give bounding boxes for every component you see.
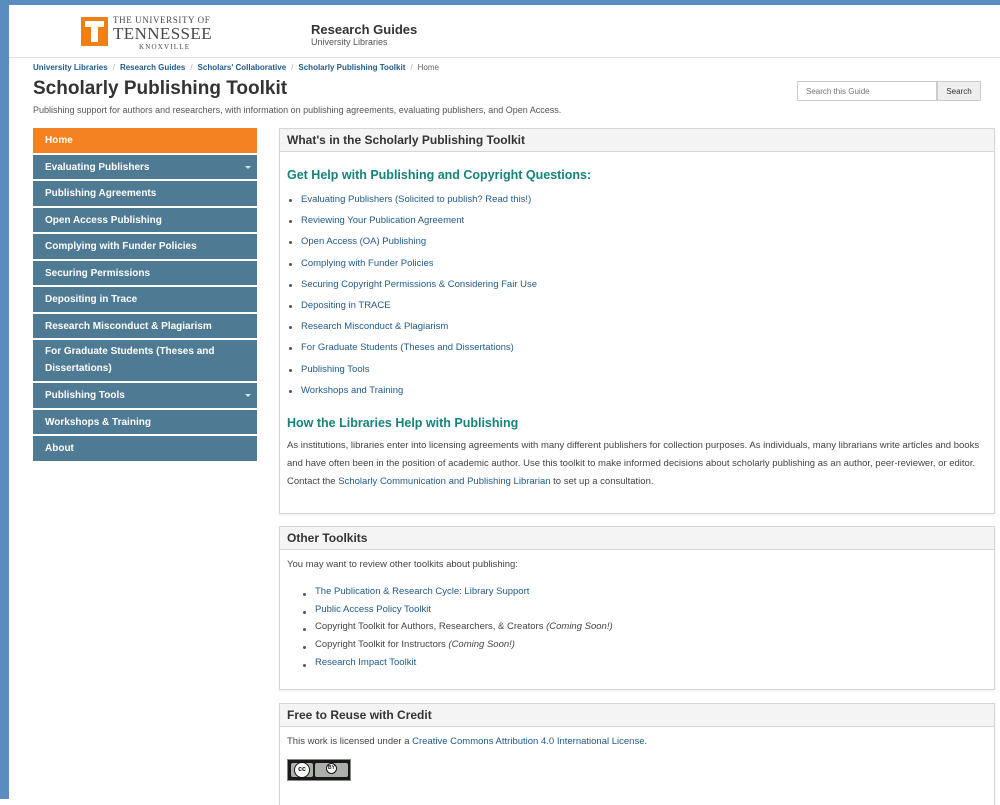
item-text: Copyright Toolkit for Authors, Researche…	[315, 621, 547, 633]
sidebar-item-label: Open Access Publishing	[45, 214, 162, 226]
license-text-start: This work is licensed under a	[287, 736, 413, 747]
list-item: Copyright Toolkit for Authors, Researche…	[301, 618, 987, 636]
university-wordmark[interactable]: THE UNIVERSITY OF TENNESSEE KNOXVILLE	[113, 16, 212, 52]
sidebar-item-label: Depositing in Trace	[45, 294, 138, 305]
list-item[interactable]: Research Misconduct & Plagiarism	[287, 316, 987, 337]
site-header: THE UNIVERSITY OF TENNESSEE KNOXVILLE Re…	[9, 5, 1000, 58]
breadcrumb-research-guides[interactable]: Research Guides	[120, 63, 185, 72]
list-item[interactable]: Evaluating Publishers (Solicited to publ…	[287, 189, 987, 210]
box-title: What's in the Scholarly Publishing Toolk…	[280, 129, 994, 152]
other-toolkits-box: Other Toolkits You may want to review ot…	[279, 526, 995, 690]
list-item[interactable]: Research Impact Toolkit	[301, 654, 987, 672]
list-item[interactable]: Securing Copyright Permissions & Conside…	[287, 274, 987, 295]
sidebar-item-publishing-agreements[interactable]: Publishing Agreements	[33, 181, 257, 206]
box-body: Get Help with Publishing and Copyright Q…	[280, 152, 994, 490]
paragraph-text-end: to set up a consultation.	[550, 475, 654, 487]
page-title: Scholarly Publishing Toolkit	[33, 78, 288, 99]
chevron-down-icon[interactable]	[245, 165, 251, 169]
chevron-down-icon[interactable]	[245, 394, 251, 397]
window-frame-left	[0, 0, 9, 799]
sidebar-item-label: Home	[45, 135, 73, 146]
guide-search: Search	[797, 81, 993, 101]
site-title-sub: University Libraries	[311, 37, 388, 47]
list-item[interactable]: Publishing Tools	[287, 359, 987, 380]
sidebar-item-funder-policies[interactable]: Complying with Funder Policies	[33, 234, 257, 259]
sidebar-item-label: Evaluating Publishers	[45, 161, 150, 173]
breadcrumb-separator: /	[112, 63, 115, 72]
by-person-icon: BY	[326, 763, 337, 774]
other-toolkits-intro: You may want to review other toolkits ab…	[287, 559, 518, 570]
site-title-main: Research Guides	[311, 22, 418, 37]
page: THE UNIVERSITY OF TENNESSEE KNOXVILLE Re…	[9, 5, 1000, 805]
coming-soon-note: (Coming Soon!)	[448, 639, 515, 651]
sidebar-item-label: Publishing Tools	[45, 390, 125, 401]
site-title[interactable]: Research Guides University Libraries	[311, 23, 417, 48]
coming-soon-note: (Coming Soon!)	[546, 621, 613, 633]
sidebar-item-label: Workshops & Training	[45, 416, 151, 428]
list-item[interactable]: Workshops and Training	[287, 380, 987, 401]
ut-logo-icon[interactable]	[81, 17, 108, 46]
breadcrumb-university-libraries[interactable]: University Libraries	[33, 63, 108, 72]
box-title: Free to Reuse with Credit	[280, 704, 994, 727]
list-item[interactable]: For Graduate Students (Theses and Disser…	[287, 337, 987, 358]
box-body: This work is licensed under a Creative C…	[280, 727, 994, 797]
box-title: Other Toolkits	[280, 527, 994, 550]
toolkit-link-list: Evaluating Publishers (Solicited to publ…	[287, 189, 987, 401]
sidebar-item-home[interactable]: Home	[33, 128, 257, 153]
sidebar-item-label: Publishing Agreements	[45, 188, 157, 199]
sidebar-item-label: Complying with Funder Policies	[45, 241, 197, 252]
page-subtitle: Publishing support for authors and resea…	[33, 105, 562, 115]
breadcrumb-current: Home	[417, 63, 439, 72]
sidebar-item-label: For Graduate Students (Theses and Disser…	[45, 346, 215, 374]
search-button[interactable]: Search	[937, 81, 981, 101]
logo-t-stem	[91, 27, 98, 42]
sidebar-item-label: About	[45, 443, 74, 454]
list-item[interactable]: Public Access Policy Toolkit	[301, 601, 987, 619]
sidebar-item-research-misconduct[interactable]: Research Misconduct & Plagiarism	[33, 313, 257, 338]
help-heading: Get Help with Publishing and Copyright Q…	[287, 168, 592, 182]
wordmark-place: KNOXVILLE	[139, 43, 191, 51]
list-item: Copyright Toolkit for Instructors (Comin…	[301, 636, 987, 654]
sidebar-item-depositing-trace[interactable]: Depositing in Trace	[33, 287, 257, 312]
breadcrumb-toolkit[interactable]: Scholarly Publishing Toolkit	[298, 63, 405, 72]
toolkit-contents-box: What's in the Scholarly Publishing Toolk…	[279, 128, 995, 514]
sidebar-item-publishing-tools[interactable]: Publishing Tools	[33, 383, 257, 408]
libraries-help-heading: How the Libraries Help with Publishing	[287, 416, 519, 431]
sidebar-item-securing-permissions[interactable]: Securing Permissions	[33, 260, 257, 285]
cc-license-link[interactable]: Creative Commons Attribution 4.0 Interna…	[412, 736, 644, 747]
reuse-box: Free to Reuse with Credit This work is l…	[279, 703, 995, 805]
breadcrumb-separator: /	[291, 63, 294, 72]
box-body: You may want to review other toolkits ab…	[280, 550, 994, 672]
sidebar-item-workshops[interactable]: Workshops & Training	[33, 409, 257, 434]
sidebar-item-evaluating-publishers[interactable]: Evaluating Publishers	[33, 154, 257, 179]
wordmark-big: TENNESSEE	[113, 24, 212, 43]
breadcrumb-separator: /	[190, 63, 193, 72]
libraries-help-paragraph: As institutions, libraries enter into li…	[287, 437, 987, 490]
license-text: This work is licensed under a Creative C…	[287, 727, 987, 749]
license-text-end: .	[644, 736, 648, 747]
breadcrumb: University Libraries / Research Guides / Sch…	[33, 63, 439, 72]
side-navigation: Home Evaluating Publishers Publishing Ag…	[33, 128, 257, 463]
cc-icon: cc	[294, 762, 310, 778]
item-text: Copyright Toolkit for Instructors	[315, 639, 449, 651]
list-item[interactable]: Complying with Funder Policies	[287, 253, 987, 274]
sidebar-item-open-access[interactable]: Open Access Publishing	[33, 207, 257, 232]
sidebar-item-graduate-students[interactable]: For Graduate Students (Theses and Disser…	[33, 340, 257, 381]
breadcrumb-scholars-collaborative[interactable]: Scholars' Collaborative	[198, 63, 287, 72]
sidebar-item-about[interactable]: About	[33, 436, 257, 461]
sidebar-item-label: Research Misconduct & Plagiarism	[45, 320, 212, 332]
breadcrumb-separator: /	[410, 63, 413, 72]
list-item[interactable]: Depositing in TRACE	[287, 295, 987, 316]
list-item[interactable]: Open Access (OA) Publishing	[287, 231, 987, 252]
librarian-contact-link[interactable]: Scholarly Communication and Publishing L…	[338, 476, 550, 487]
cc-by-badge-icon[interactable]: cc BY	[287, 759, 351, 781]
list-item[interactable]: The Publication & Research Cycle: Librar…	[301, 583, 987, 601]
list-item[interactable]: Reviewing Your Publication Agreement	[287, 210, 987, 231]
search-input[interactable]	[797, 81, 937, 101]
sidebar-item-label: Securing Permissions	[45, 267, 151, 279]
other-toolkits-list: The Publication & Research Cycle: Librar…	[287, 583, 987, 672]
